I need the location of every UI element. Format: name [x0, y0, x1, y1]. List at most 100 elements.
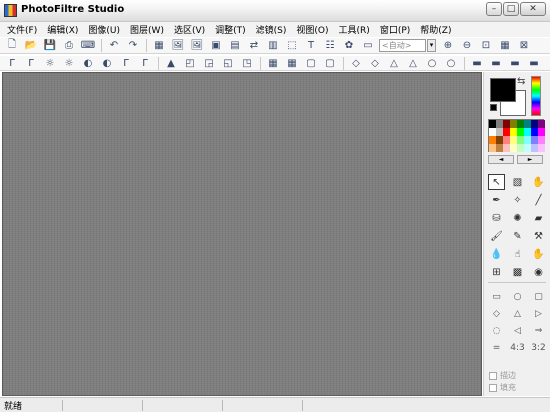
workspace-canvas[interactable] [2, 72, 482, 396]
close-button[interactable]: ✕ [520, 2, 546, 16]
palette-color-swatch[interactable] [524, 120, 531, 128]
flip-icon[interactable]: ⇄ [246, 39, 262, 53]
rect-select-tool-icon[interactable]: ▧ [509, 174, 526, 190]
print-icon[interactable]: ⎙ [61, 39, 77, 53]
sphere-icon[interactable]: ○ [443, 56, 459, 70]
full-icon[interactable]: ▦ [497, 39, 513, 53]
palette-prev-button[interactable]: ◄ [488, 155, 514, 164]
finger-tool-icon[interactable]: ☝ [509, 246, 526, 262]
plugin-icon[interactable]: ▬ [526, 56, 542, 70]
stamp-tool-icon[interactable]: ⚒ [530, 228, 547, 244]
palette-color-swatch[interactable] [524, 128, 531, 136]
sharpen-icon[interactable]: ◲ [201, 56, 217, 70]
palette-color-swatch[interactable] [538, 128, 545, 136]
plugin-icon[interactable]: ▬ [488, 56, 504, 70]
palette-color-swatch[interactable] [496, 136, 503, 144]
menu-item[interactable]: 帮助(Z) [415, 23, 456, 36]
layers-icon[interactable]: ☷ [322, 39, 338, 53]
palette-color-swatch[interactable] [503, 144, 510, 152]
palette-color-swatch[interactable] [489, 144, 496, 152]
equal-shape-icon[interactable]: = [488, 340, 505, 355]
hand-tool-icon[interactable]: ✋ [530, 174, 547, 190]
menu-item[interactable]: 文件(F) [2, 23, 42, 36]
smudge-tool-icon[interactable]: ✋ [530, 246, 547, 262]
palette-color-swatch[interactable] [496, 120, 503, 128]
new-file-icon[interactable]: 🗋 [4, 39, 20, 53]
save-icon[interactable]: 💾 [42, 39, 58, 53]
palette-color-swatch[interactable] [510, 144, 517, 152]
brush-tool-icon[interactable]: 🖌 [488, 228, 505, 244]
menu-item[interactable]: 图层(W) [125, 23, 169, 36]
triangle-icon[interactable]: △ [405, 56, 421, 70]
diamond-shape-icon[interactable]: ◇ [488, 306, 505, 321]
clone-tool-icon[interactable]: ⊞ [488, 264, 505, 280]
chevron-down-icon[interactable]: ▾ [427, 39, 436, 52]
foreground-color-swatch[interactable] [490, 78, 516, 102]
palette-color-swatch[interactable] [517, 136, 524, 144]
contrast-icon[interactable]: ◐ [99, 56, 115, 70]
palette-color-swatch[interactable] [517, 120, 524, 128]
color-spectrum[interactable] [531, 76, 541, 116]
fill-icon[interactable]: ▦ [151, 39, 167, 53]
palette-color-swatch[interactable] [531, 136, 538, 144]
plugin-icon[interactable]: ▬ [507, 56, 523, 70]
menu-item[interactable]: 窗口(P) [375, 23, 415, 36]
ellipse-shape-icon[interactable]: ○ [509, 289, 526, 304]
menu-item[interactable]: 图像(U) [83, 23, 125, 36]
fill-checkbox[interactable] [489, 383, 497, 392]
stroke-option[interactable]: 描边 [489, 370, 516, 381]
triangle-shape-icon[interactable]: △ [509, 306, 526, 321]
grid-icon[interactable]: ▦ [265, 56, 281, 70]
zoom-select[interactable]: <自动> [379, 39, 426, 52]
palette-color-swatch[interactable] [510, 128, 517, 136]
rectangle-shape-icon[interactable]: ▭ [488, 289, 505, 304]
blur-icon[interactable]: ◱ [220, 56, 236, 70]
drop-icon[interactable]: ◇ [367, 56, 383, 70]
import-shape-icon[interactable]: ⇒ [530, 323, 547, 338]
text-icon[interactable]: T [303, 39, 319, 53]
drop-icon[interactable]: ◇ [348, 56, 364, 70]
polygon-shape-icon[interactable]: ◁ [509, 323, 526, 338]
palette-color-swatch[interactable] [538, 144, 545, 152]
ratio-43-icon[interactable]: 4:3 [509, 340, 526, 355]
palette-color-swatch[interactable] [496, 144, 503, 152]
palette-color-swatch[interactable] [538, 120, 545, 128]
frame-icon[interactable]: ▣ [208, 39, 224, 53]
palette-color-swatch[interactable] [531, 128, 538, 136]
palette-color-swatch[interactable] [489, 128, 496, 136]
magic-wand-tool-icon[interactable]: ✧ [509, 192, 526, 208]
palette-color-swatch[interactable] [503, 120, 510, 128]
fit-icon[interactable]: ⊡ [478, 39, 494, 53]
maximize-button[interactable]: □ [503, 2, 519, 16]
window-icon[interactable]: ▭ [360, 39, 376, 53]
select-icon[interactable]: ⬚ [284, 39, 300, 53]
contrast-icon[interactable]: ◐ [80, 56, 96, 70]
gamma-icon[interactable]: Γ [137, 56, 153, 70]
sphere-icon[interactable]: ○ [424, 56, 440, 70]
settings-icon[interactable]: ✿ [341, 39, 357, 53]
palette-color-swatch[interactable] [531, 120, 538, 128]
grid-icon[interactable]: ▦ [284, 56, 300, 70]
filter-icon[interactable]: ◰ [182, 56, 198, 70]
palette-color-swatch[interactable] [524, 144, 531, 152]
brightness-icon[interactable]: ☼ [61, 56, 77, 70]
palette-color-swatch[interactable] [503, 128, 510, 136]
play-shape-icon[interactable]: ▷ [530, 306, 547, 321]
menu-item[interactable]: 视图(O) [291, 23, 333, 36]
rounded-shape-icon[interactable]: ▢ [530, 289, 547, 304]
palette-color-swatch[interactable] [503, 136, 510, 144]
eyedropper-tool-icon[interactable]: ✒ [488, 192, 505, 208]
palette-color-swatch[interactable] [489, 120, 496, 128]
palette-color-swatch[interactable] [531, 144, 538, 152]
pen-tool-icon[interactable]: ✎ [509, 228, 526, 244]
image-icon[interactable]: 🖼 [170, 39, 186, 53]
palette-color-swatch[interactable] [517, 128, 524, 136]
palette-color-swatch[interactable] [510, 136, 517, 144]
image-icon[interactable]: 🖼 [189, 39, 205, 53]
adjust-icon[interactable]: Γ [23, 56, 39, 70]
frame-icon[interactable]: ▢ [322, 56, 338, 70]
bucket-tool-icon[interactable]: ⛁ [488, 210, 505, 226]
default-colors-icon[interactable] [490, 104, 497, 111]
palette-color-swatch[interactable] [524, 136, 531, 144]
spray-tool-icon[interactable]: ✺ [509, 210, 526, 226]
